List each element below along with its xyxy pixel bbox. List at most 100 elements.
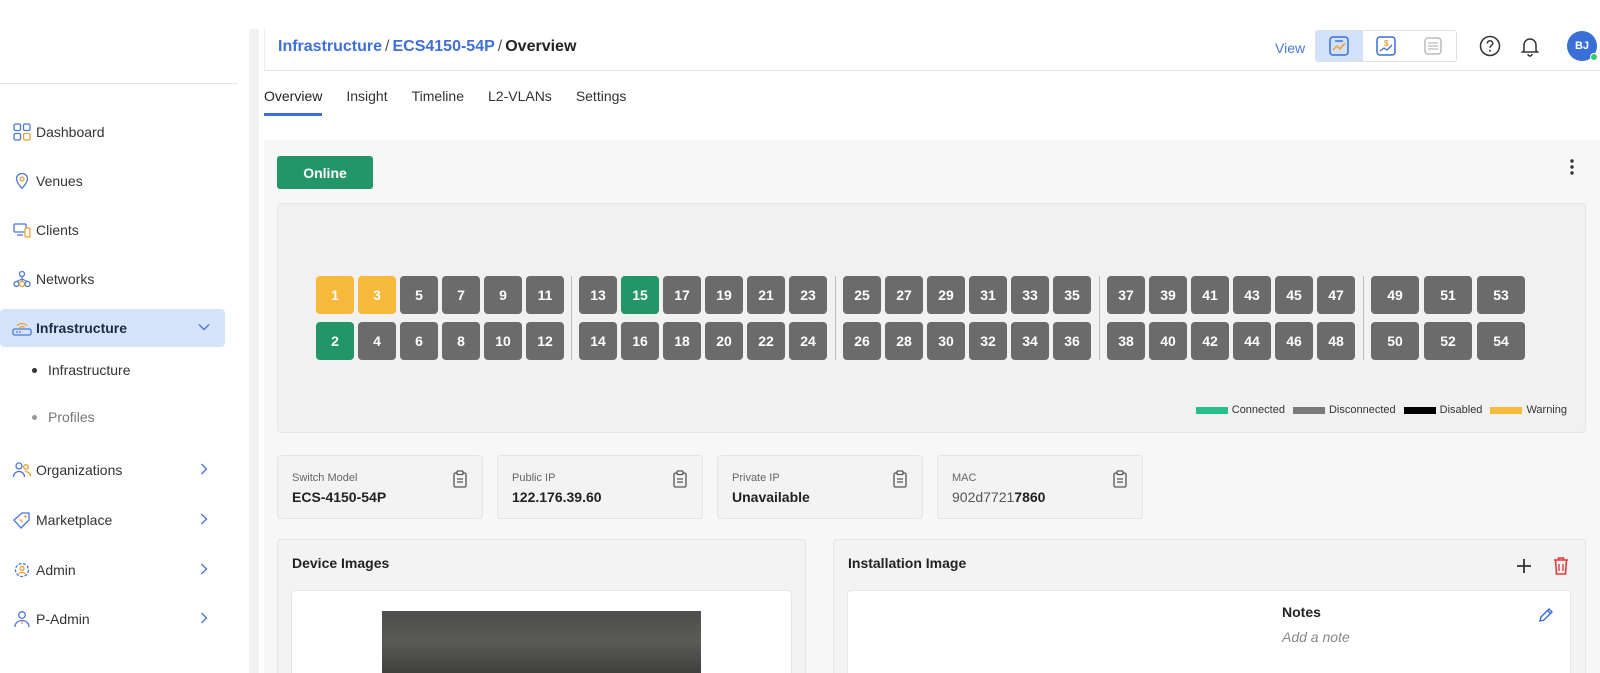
sidebar-item-label: Venues xyxy=(36,173,83,189)
add-image-icon[interactable] xyxy=(1514,556,1534,576)
switch-port-3[interactable]: 3 xyxy=(358,276,396,314)
breadcrumb-infrastructure-link[interactable]: Infrastructure xyxy=(278,38,382,55)
user-avatar[interactable]: BJ xyxy=(1567,31,1598,61)
mac-card: MAC 902d77217860 xyxy=(937,455,1143,519)
switch-port-26[interactable]: 26 xyxy=(843,322,881,360)
switch-port-31[interactable]: 31 xyxy=(969,276,1007,314)
switch-port-39[interactable]: 39 xyxy=(1149,276,1187,314)
switch-port-23[interactable]: 23 xyxy=(789,276,827,314)
switch-port-48[interactable]: 48 xyxy=(1317,322,1355,360)
port-group-divider xyxy=(1099,276,1100,360)
switch-port-8[interactable]: 8 xyxy=(442,322,480,360)
tab-settings[interactable]: Settings xyxy=(576,88,627,116)
switch-port-46[interactable]: 46 xyxy=(1275,322,1313,360)
breadcrumb: Infrastructure / ECS4150-54P / Overview xyxy=(278,38,576,56)
clipboard-icon[interactable] xyxy=(1112,470,1128,488)
switch-port-9[interactable]: 9 xyxy=(484,276,522,314)
switch-port-24[interactable]: 24 xyxy=(789,322,827,360)
status-badge[interactable]: Online xyxy=(277,156,373,189)
switch-port-51[interactable]: 51 xyxy=(1424,276,1472,314)
switch-port-21[interactable]: 21 xyxy=(747,276,785,314)
tab-l2-vlans[interactable]: L2-VLANs xyxy=(488,88,552,116)
view-hardware-button[interactable] xyxy=(1409,31,1456,61)
switch-port-10[interactable]: 10 xyxy=(484,322,522,360)
switch-port-1[interactable]: 1 xyxy=(316,276,354,314)
switch-port-30[interactable]: 30 xyxy=(927,322,965,360)
switch-port-34[interactable]: 34 xyxy=(1011,322,1049,360)
switch-port-6[interactable]: 6 xyxy=(400,322,438,360)
sidebar-item-infrastructure[interactable]: Infrastructure xyxy=(0,309,225,347)
switch-port-44[interactable]: 44 xyxy=(1233,322,1271,360)
switch-port-28[interactable]: 28 xyxy=(885,322,923,360)
info-value: ECS-4150-54P xyxy=(292,489,387,505)
notes-input[interactable]: Add a note xyxy=(1282,629,1350,645)
switch-port-4[interactable]: 4 xyxy=(358,322,396,360)
chevron-down-icon xyxy=(197,320,211,337)
view-network-button[interactable] xyxy=(1316,31,1363,61)
sidebar-item-networks[interactable]: Networks xyxy=(0,260,225,298)
switch-port-49[interactable]: 49 xyxy=(1371,276,1419,314)
sidebar-item-organizations[interactable]: Organizations xyxy=(0,451,225,489)
switch-port-32[interactable]: 32 xyxy=(969,322,1007,360)
switch-port-47[interactable]: 47 xyxy=(1317,276,1355,314)
switch-port-36[interactable]: 36 xyxy=(1053,322,1091,360)
switch-port-50[interactable]: 50 xyxy=(1371,322,1419,360)
switch-port-35[interactable]: 35 xyxy=(1053,276,1091,314)
switch-port-14[interactable]: 14 xyxy=(579,322,617,360)
switch-port-19[interactable]: 19 xyxy=(705,276,743,314)
sidebar-item-p-admin[interactable]: P-Admin xyxy=(0,600,225,638)
device-photo[interactable] xyxy=(382,611,701,673)
switch-port-43[interactable]: 43 xyxy=(1233,276,1271,314)
help-icon[interactable] xyxy=(1479,35,1501,57)
tab-insight[interactable]: Insight xyxy=(346,88,387,116)
breadcrumb-device-link[interactable]: ECS4150-54P xyxy=(392,38,494,55)
sidebar-item-venues[interactable]: Venues xyxy=(0,162,225,200)
switch-port-5[interactable]: 5 xyxy=(400,276,438,314)
sidebar-item-dashboard[interactable]: Dashboard xyxy=(0,113,225,151)
more-options-icon[interactable] xyxy=(1565,156,1579,178)
edit-pencil-icon[interactable] xyxy=(1536,605,1556,625)
tab-timeline[interactable]: Timeline xyxy=(412,88,464,116)
switch-model-card: Switch Model ECS-4150-54P xyxy=(277,455,483,519)
switch-port-16[interactable]: 16 xyxy=(621,322,659,360)
switch-port-45[interactable]: 45 xyxy=(1275,276,1313,314)
switch-port-22[interactable]: 22 xyxy=(747,322,785,360)
switch-port-33[interactable]: 33 xyxy=(1011,276,1049,314)
view-finance-button[interactable]: $ xyxy=(1363,31,1410,61)
switch-port-13[interactable]: 13 xyxy=(579,276,617,314)
sidebar-item-marketplace[interactable]: Marketplace xyxy=(0,501,225,539)
switch-port-52[interactable]: 52 xyxy=(1424,322,1472,360)
switch-port-15[interactable]: 15 xyxy=(621,276,659,314)
switch-port-42[interactable]: 42 xyxy=(1191,322,1229,360)
sidebar-subitem-infrastructure[interactable]: Infrastructure xyxy=(32,362,130,378)
switch-port-37[interactable]: 37 xyxy=(1107,276,1145,314)
switch-port-38[interactable]: 38 xyxy=(1107,322,1145,360)
sidebar-item-label: Dashboard xyxy=(36,124,105,140)
switch-port-53[interactable]: 53 xyxy=(1477,276,1525,314)
tab-overview[interactable]: Overview xyxy=(264,88,323,116)
switch-port-25[interactable]: 25 xyxy=(843,276,881,314)
hardware-view-icon xyxy=(1423,37,1442,55)
switch-port-54[interactable]: 54 xyxy=(1477,322,1525,360)
sidebar-item-admin[interactable]: Admin xyxy=(0,551,225,589)
switch-port-18[interactable]: 18 xyxy=(663,322,701,360)
clipboard-icon[interactable] xyxy=(672,470,688,488)
top-header: Infrastructure / ECS4150-54P / Overview View… xyxy=(264,29,1600,71)
sidebar-subitem-profiles[interactable]: Profiles xyxy=(32,409,95,425)
sidebar-item-clients[interactable]: Clients xyxy=(0,211,225,249)
switch-port-2[interactable]: 2 xyxy=(316,322,354,360)
switch-port-11[interactable]: 11 xyxy=(526,276,564,314)
switch-port-27[interactable]: 27 xyxy=(885,276,923,314)
clipboard-icon[interactable] xyxy=(452,470,468,488)
switch-port-41[interactable]: 41 xyxy=(1191,276,1229,314)
dashboard-icon xyxy=(12,122,32,142)
switch-port-40[interactable]: 40 xyxy=(1149,322,1187,360)
switch-port-20[interactable]: 20 xyxy=(705,322,743,360)
clipboard-icon[interactable] xyxy=(892,470,908,488)
switch-port-12[interactable]: 12 xyxy=(526,322,564,360)
switch-port-17[interactable]: 17 xyxy=(663,276,701,314)
bell-icon[interactable] xyxy=(1519,35,1541,57)
trash-icon[interactable] xyxy=(1550,554,1572,578)
switch-port-7[interactable]: 7 xyxy=(442,276,480,314)
switch-port-29[interactable]: 29 xyxy=(927,276,965,314)
